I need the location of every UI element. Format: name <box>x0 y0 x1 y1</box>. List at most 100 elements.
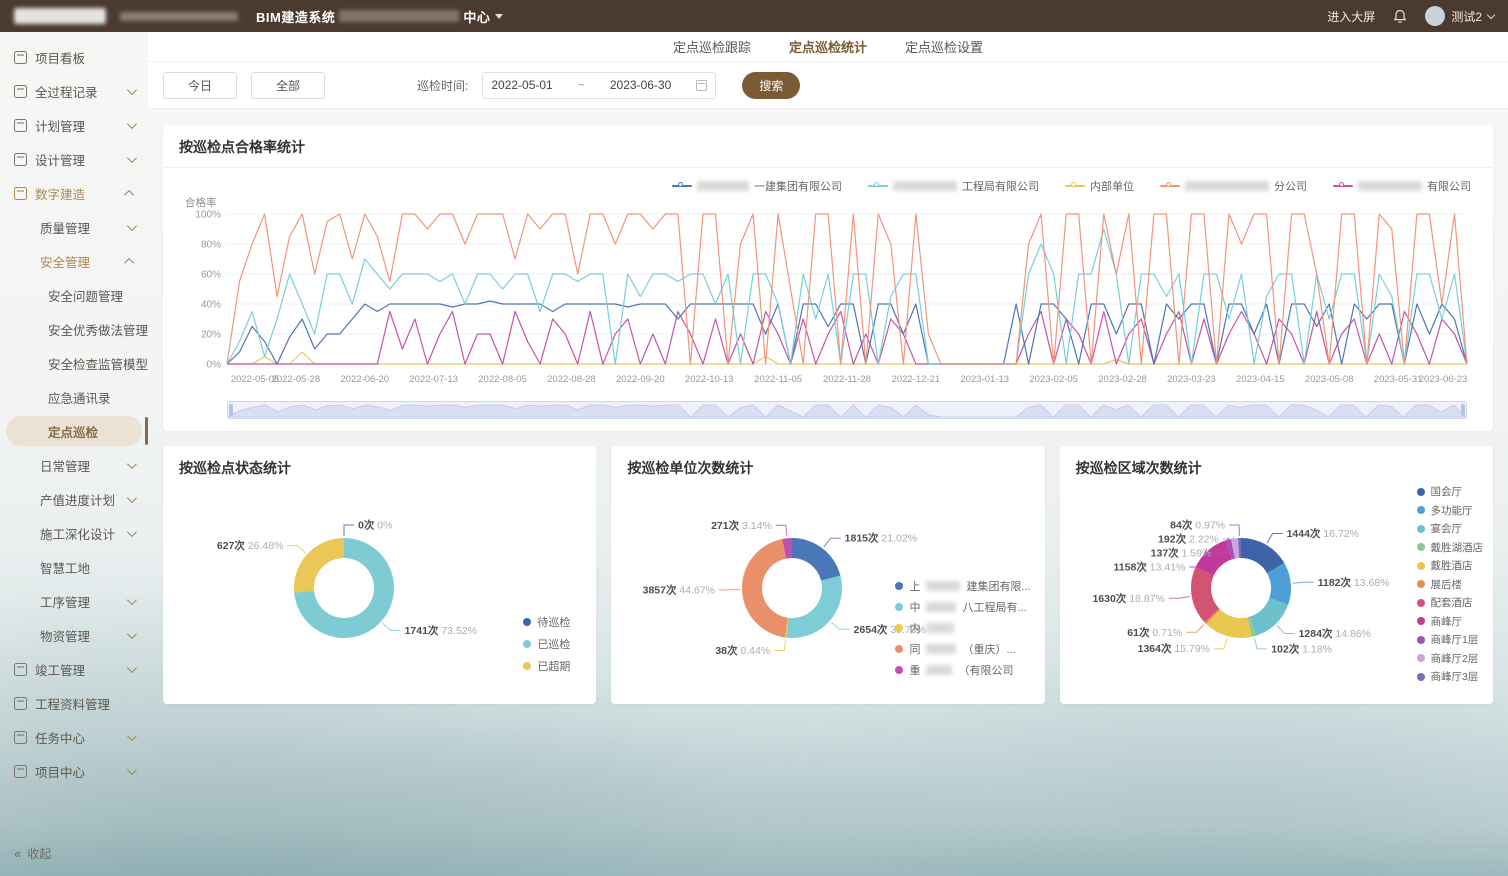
legend-label: 国会厅 <box>1430 484 1462 499</box>
sidebar-item-label: 设计管理 <box>35 150 85 169</box>
line-legend-item-1[interactable]: 工程局有限公司 <box>868 178 1039 194</box>
tab-2[interactable]: 定点巡检设置 <box>905 37 983 56</box>
date-end-value: 2023-06-30 <box>610 78 671 92</box>
svg-text:2023-05-31: 2023-05-31 <box>1374 374 1423 385</box>
datazoom-overview <box>228 402 1466 418</box>
donut-legend-item-0[interactable]: 上建集团有限... <box>895 578 1030 594</box>
sidebar-item-11[interactable]: 定点巡检 <box>0 414 148 448</box>
all-button[interactable]: 全部 <box>251 72 325 99</box>
tab-1[interactable]: 定点巡检统计 <box>789 37 867 56</box>
sidebar-item-1[interactable]: 全过程记录 <box>0 74 148 108</box>
donut-legend-item-2[interactable]: 宴会厅 <box>1417 521 1483 536</box>
legend-label: 待巡检 <box>537 614 570 630</box>
collapse-sidebar-button[interactable]: « 收起 <box>0 845 148 876</box>
svg-text:合格率: 合格率 <box>185 196 217 209</box>
donut-legend-item-2[interactable]: 已超期 <box>523 658 570 674</box>
sidebar-item-21[interactable]: 项目中心 <box>0 754 148 788</box>
sidebar-item-8[interactable]: 安全优秀做法管理 <box>0 312 148 346</box>
line-legend-item-3[interactable]: 分公司 <box>1160 178 1307 194</box>
donut-legend-item-3[interactable]: 戴胜湖酒店 <box>1417 540 1483 555</box>
legend-label-prefix: 内 <box>909 620 920 636</box>
svg-text:2022-11-05: 2022-11-05 <box>754 374 802 385</box>
sidebar-item-13[interactable]: 产值进度计划 <box>0 482 148 516</box>
donut-legend-item-2[interactable]: 内 <box>895 620 1030 636</box>
chevron-down-icon <box>127 493 137 503</box>
blurred-company-name <box>926 623 954 633</box>
donut-legend-item-1[interactable]: 已巡检 <box>523 636 570 652</box>
donut-legend-item-5[interactable]: 展后楼 <box>1417 577 1483 592</box>
sidebar-item-14[interactable]: 施工深化设计 <box>0 516 148 550</box>
line-legend-item-0[interactable]: 一建集团有限公司 <box>672 178 842 194</box>
top-bar-right: 进入大屏 测试2 <box>1327 6 1494 26</box>
legend-dot-icon <box>1417 673 1425 681</box>
sidebar-item-16[interactable]: 工序管理 <box>0 584 148 618</box>
chevron-down-icon <box>127 221 137 231</box>
chevron-up-icon <box>124 189 134 199</box>
sidebar-item-6[interactable]: 安全管理 <box>0 244 148 278</box>
today-button[interactable]: 今日 <box>163 72 237 99</box>
project-switch-caret-icon[interactable] <box>495 14 503 19</box>
donut-legend-item-6[interactable]: 配套酒店 <box>1417 595 1483 610</box>
legend-label-prefix: 重 <box>909 662 920 678</box>
sidebar-item-17[interactable]: 物资管理 <box>0 618 148 652</box>
donut-legend-item-10[interactable]: 商峰厅3层 <box>1417 669 1483 684</box>
svg-text:100%: 100% <box>195 210 221 221</box>
donut-legend-item-0[interactable]: 国会厅 <box>1417 484 1483 499</box>
svg-text:2023-03-23: 2023-03-23 <box>1167 374 1216 385</box>
digital-icon <box>14 187 27 200</box>
sidebar-item-label: 竣工管理 <box>35 660 85 679</box>
sidebar-item-18[interactable]: 竣工管理 <box>0 652 148 686</box>
donut-legend-item-9[interactable]: 商峰厅2层 <box>1417 651 1483 666</box>
svg-text:2022-10-13: 2022-10-13 <box>685 374 734 385</box>
sidebar-item-12[interactable]: 日常管理 <box>0 448 148 482</box>
app-root: BIM建造系统 中心 进入大屏 测试2 项目看板全过程记录计划管理设计管理数字建… <box>0 0 1508 876</box>
sidebar-item-9[interactable]: 安全检查监管模型 <box>0 346 148 380</box>
user-menu[interactable]: 测试2 <box>1425 6 1494 26</box>
donut-legend-item-1[interactable]: 中八工程局有... <box>895 599 1030 615</box>
legend-label-prefix: 中 <box>909 599 920 615</box>
line-legend-item-2[interactable]: 内部单位 <box>1065 178 1134 194</box>
svg-text:2023-02-28: 2023-02-28 <box>1098 374 1147 385</box>
notification-bell-icon[interactable] <box>1393 9 1407 24</box>
sidebar-item-19[interactable]: 工程资料管理 <box>0 686 148 720</box>
svg-text:1158次 13.41%: 1158次 13.41% <box>1113 561 1185 574</box>
donut-legend-item-8[interactable]: 商峰厅1层 <box>1417 632 1483 647</box>
chevron-down-icon <box>127 663 137 673</box>
donut-legend-item-4[interactable]: 重（有限公司 <box>895 662 1030 678</box>
datazoom-slider[interactable] <box>227 401 1467 419</box>
chevron-up-icon <box>124 257 134 267</box>
chevron-down-icon <box>127 85 137 95</box>
date-range-input[interactable]: 2022-05-01 ~ 2023-06-30 <box>482 72 716 99</box>
tab-0[interactable]: 定点巡检跟踪 <box>673 37 751 56</box>
donut-legend-item-7[interactable]: 商峰厅 <box>1417 614 1483 629</box>
datazoom-left-handle[interactable] <box>229 404 233 416</box>
donut-legend-item-3[interactable]: 同（重庆）... <box>895 641 1030 657</box>
filter-bar: 今日 全部 巡检时间: 2022-05-01 ~ 2023-06-30 搜索 <box>148 62 1508 108</box>
line-legend-item-4[interactable]: 有限公司 <box>1333 178 1471 194</box>
sidebar-item-4[interactable]: 数字建造 <box>0 176 148 210</box>
svg-text:1364次 15.79%: 1364次 15.79% <box>1137 642 1209 655</box>
pass-rate-chart-card: 按巡检点合格率统计 一建集团有限公司工程局有限公司内部单位分公司有限公司 合格率… <box>163 125 1493 431</box>
donut-legend-item-0[interactable]: 待巡检 <box>523 614 570 630</box>
donut-legend-item-1[interactable]: 多功能厅 <box>1417 503 1483 518</box>
sidebar-item-20[interactable]: 任务中心 <box>0 720 148 754</box>
legend-label: 一建集团有限公司 <box>754 178 842 194</box>
enter-big-screen-link[interactable]: 进入大屏 <box>1327 8 1375 25</box>
legend-label: 商峰厅2层 <box>1430 651 1478 666</box>
svg-text:80%: 80% <box>201 240 221 251</box>
sidebar-item-5[interactable]: 质量管理 <box>0 210 148 244</box>
datazoom-right-handle[interactable] <box>1461 404 1465 416</box>
sidebar-item-10[interactable]: 应急通讯录 <box>0 380 148 414</box>
blurred-company-name <box>926 602 956 612</box>
line-series-marker-icon <box>868 181 888 191</box>
sidebar-item-0[interactable]: 项目看板 <box>0 40 148 74</box>
legend-label: 商峰厅1层 <box>1430 632 1478 647</box>
donut-legend-item-4[interactable]: 戴胜酒店 <box>1417 558 1483 573</box>
sidebar-item-7[interactable]: 安全问题管理 <box>0 278 148 312</box>
svg-text:1630次 18.87%: 1630次 18.87% <box>1092 592 1164 605</box>
sidebar-item-3[interactable]: 设计管理 <box>0 142 148 176</box>
sidebar-item-label: 施工深化设计 <box>40 524 115 543</box>
sidebar-item-15[interactable]: 智慧工地 <box>0 550 148 584</box>
sidebar-item-2[interactable]: 计划管理 <box>0 108 148 142</box>
search-button[interactable]: 搜索 <box>742 72 800 99</box>
